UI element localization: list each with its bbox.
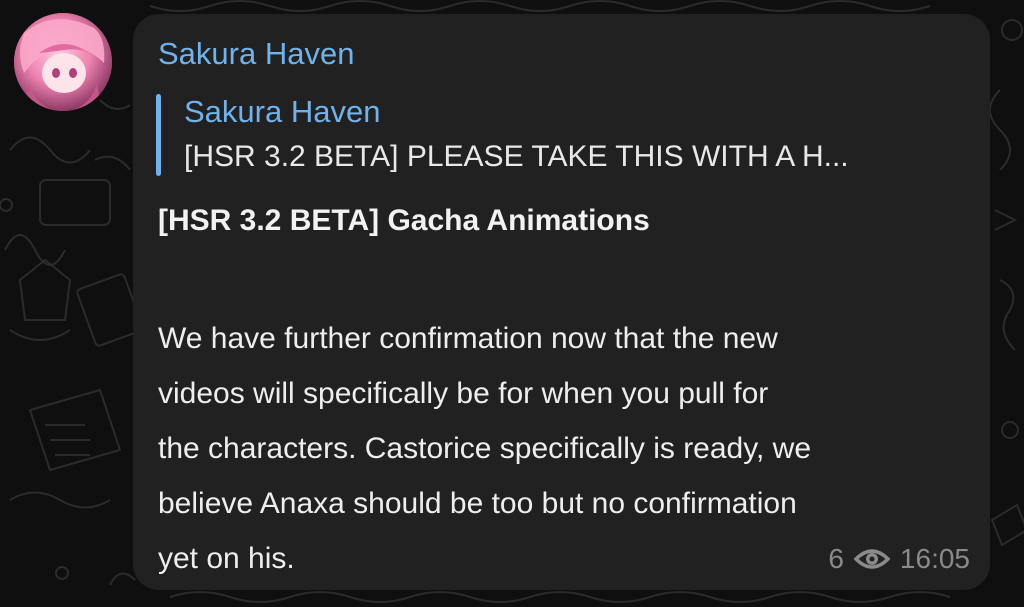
reply-preview: [HSR 3.2 BETA] PLEASE TAKE THIS WITH A H…	[184, 140, 849, 173]
message-meta: 6 16:05	[828, 543, 970, 575]
sender-name[interactable]: Sakura Haven	[158, 36, 354, 72]
message-time: 16:05	[899, 543, 970, 574]
message-line: videos will specifically be for when you…	[158, 377, 769, 410]
message-line: We have further confirmation now that th…	[158, 322, 778, 355]
reply-bar	[156, 94, 161, 176]
message-line: the characters. Castorice specifically i…	[158, 432, 812, 465]
reply-author: Sakura Haven	[184, 94, 381, 129]
view-count: 6	[828, 543, 844, 574]
avatar[interactable]	[14, 13, 112, 111]
message-line: believe Anaxa should be too but no confi…	[158, 487, 797, 520]
reply-quote[interactable]: Sakura Haven [HSR 3.2 BETA] PLEASE TAKE …	[156, 94, 956, 176]
eye-icon	[853, 545, 891, 573]
channel-avatar-art	[14, 13, 112, 111]
message-bubble[interactable]: Sakura Haven Sakura Haven [HSR 3.2 BETA]…	[133, 14, 990, 590]
message-title: [HSR 3.2 BETA] Gacha Animations	[158, 204, 650, 237]
